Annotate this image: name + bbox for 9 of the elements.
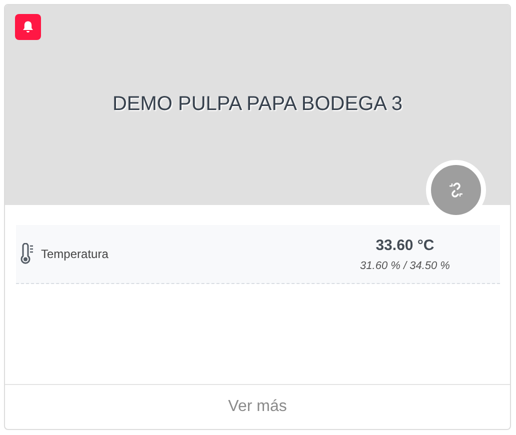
bell-icon [21, 20, 35, 34]
see-more-link[interactable]: Ver más [228, 398, 287, 416]
device-title: DEMO PULPA PAPA BODEGA 3 [112, 92, 403, 116]
sensor-range: 31.60 % / 34.50 % [360, 260, 450, 272]
broken-link-icon [447, 181, 465, 199]
alert-badge[interactable] [15, 14, 41, 40]
sensor-label: Temperatura [41, 247, 108, 261]
thermometer-icon [20, 243, 34, 265]
sensor-value: 33.60 °C [376, 236, 434, 254]
